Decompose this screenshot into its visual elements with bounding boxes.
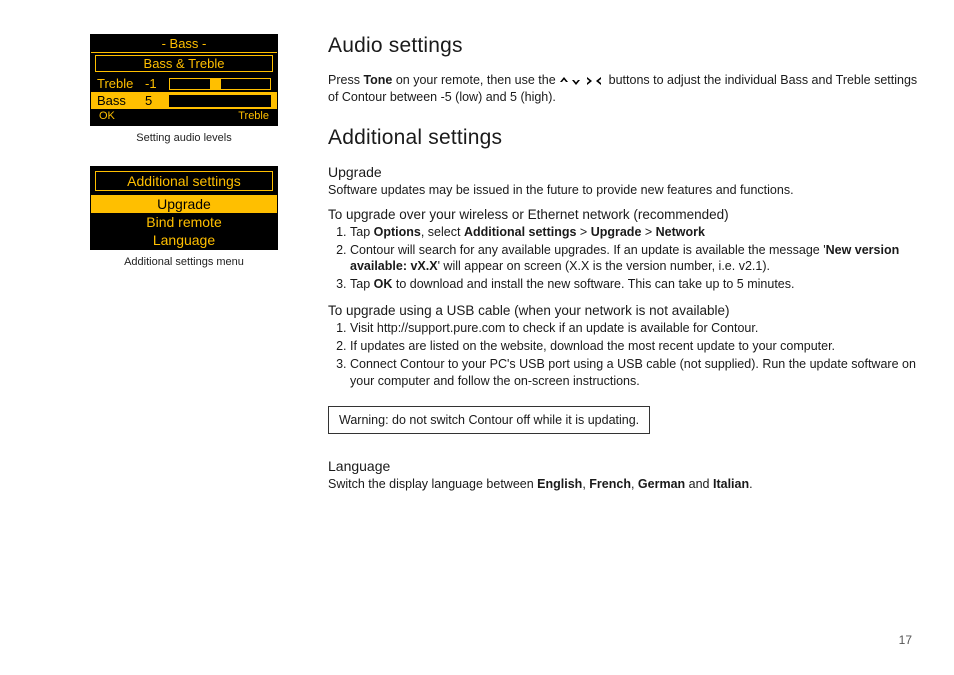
list-item: Connect Contour to your PC's USB port us…: [350, 356, 920, 390]
device2-row: Bind remote: [91, 213, 277, 231]
device1-row-bass: Bass 5: [91, 92, 277, 109]
device-screen-additional: Additional settings Upgrade Bind remote …: [90, 166, 278, 250]
device-screen-audio: - Bass - Bass & Treble Treble -1 Bass 5: [90, 34, 278, 126]
row-label: Bass: [97, 93, 139, 108]
row-value: -1: [145, 76, 163, 91]
upgrade-paragraph: Software updates may be issued in the fu…: [328, 182, 920, 199]
device2-header: Additional settings: [95, 171, 273, 191]
audio-settings-paragraph: Press Tone on your remote, then use the …: [328, 72, 920, 106]
level-bar-icon: [169, 78, 271, 90]
device2-row: Language: [91, 231, 277, 249]
device1-footer: OK Treble: [91, 109, 277, 125]
page-number: 17: [899, 633, 912, 647]
device1-title: - Bass -: [91, 35, 277, 53]
upgrade-usb-steps: Visit http://support.pure.com to check i…: [328, 320, 920, 390]
row-value: 5: [145, 93, 163, 108]
right-column: Audio settings Press Tone on your remote…: [328, 34, 920, 513]
device2-caption: Additional settings menu: [80, 256, 288, 268]
device1-caption: Setting audio levels: [80, 132, 288, 144]
footer-left: OK: [99, 110, 115, 122]
row-label: Treble: [97, 76, 139, 91]
level-bar-icon: [169, 95, 271, 107]
device1-row-treble: Treble -1: [91, 75, 277, 92]
device2-row: Upgrade: [91, 195, 277, 213]
list-item: Visit http://support.pure.com to check i…: [350, 320, 920, 337]
language-paragraph: Switch the display language between Engl…: [328, 476, 920, 493]
direction-arrows-icon: [559, 76, 605, 86]
list-item: Contour will search for any available up…: [350, 242, 920, 276]
subheading-language: Language: [328, 458, 920, 474]
list-item: Tap OK to download and install the new s…: [350, 276, 920, 293]
subheading-upgrade: Upgrade: [328, 164, 920, 180]
subheading-upgrade-usb: To upgrade using a USB cable (when your …: [328, 303, 920, 318]
upgrade-network-steps: Tap Options, select Additional settings …: [328, 224, 920, 294]
page-content: - Bass - Bass & Treble Treble -1 Bass 5: [0, 0, 954, 513]
footer-right: Treble: [238, 110, 269, 122]
subheading-upgrade-network: To upgrade over your wireless or Etherne…: [328, 207, 920, 222]
heading-audio-settings: Audio settings: [328, 34, 920, 58]
list-item: If updates are listed on the website, do…: [350, 338, 920, 355]
device1-subtitle: Bass & Treble: [95, 55, 273, 72]
left-column: - Bass - Bass & Treble Treble -1 Bass 5: [80, 34, 288, 513]
list-item: Tap Options, select Additional settings …: [350, 224, 920, 241]
heading-additional-settings: Additional settings: [328, 126, 920, 150]
warning-box: Warning: do not switch Contour off while…: [328, 406, 650, 434]
